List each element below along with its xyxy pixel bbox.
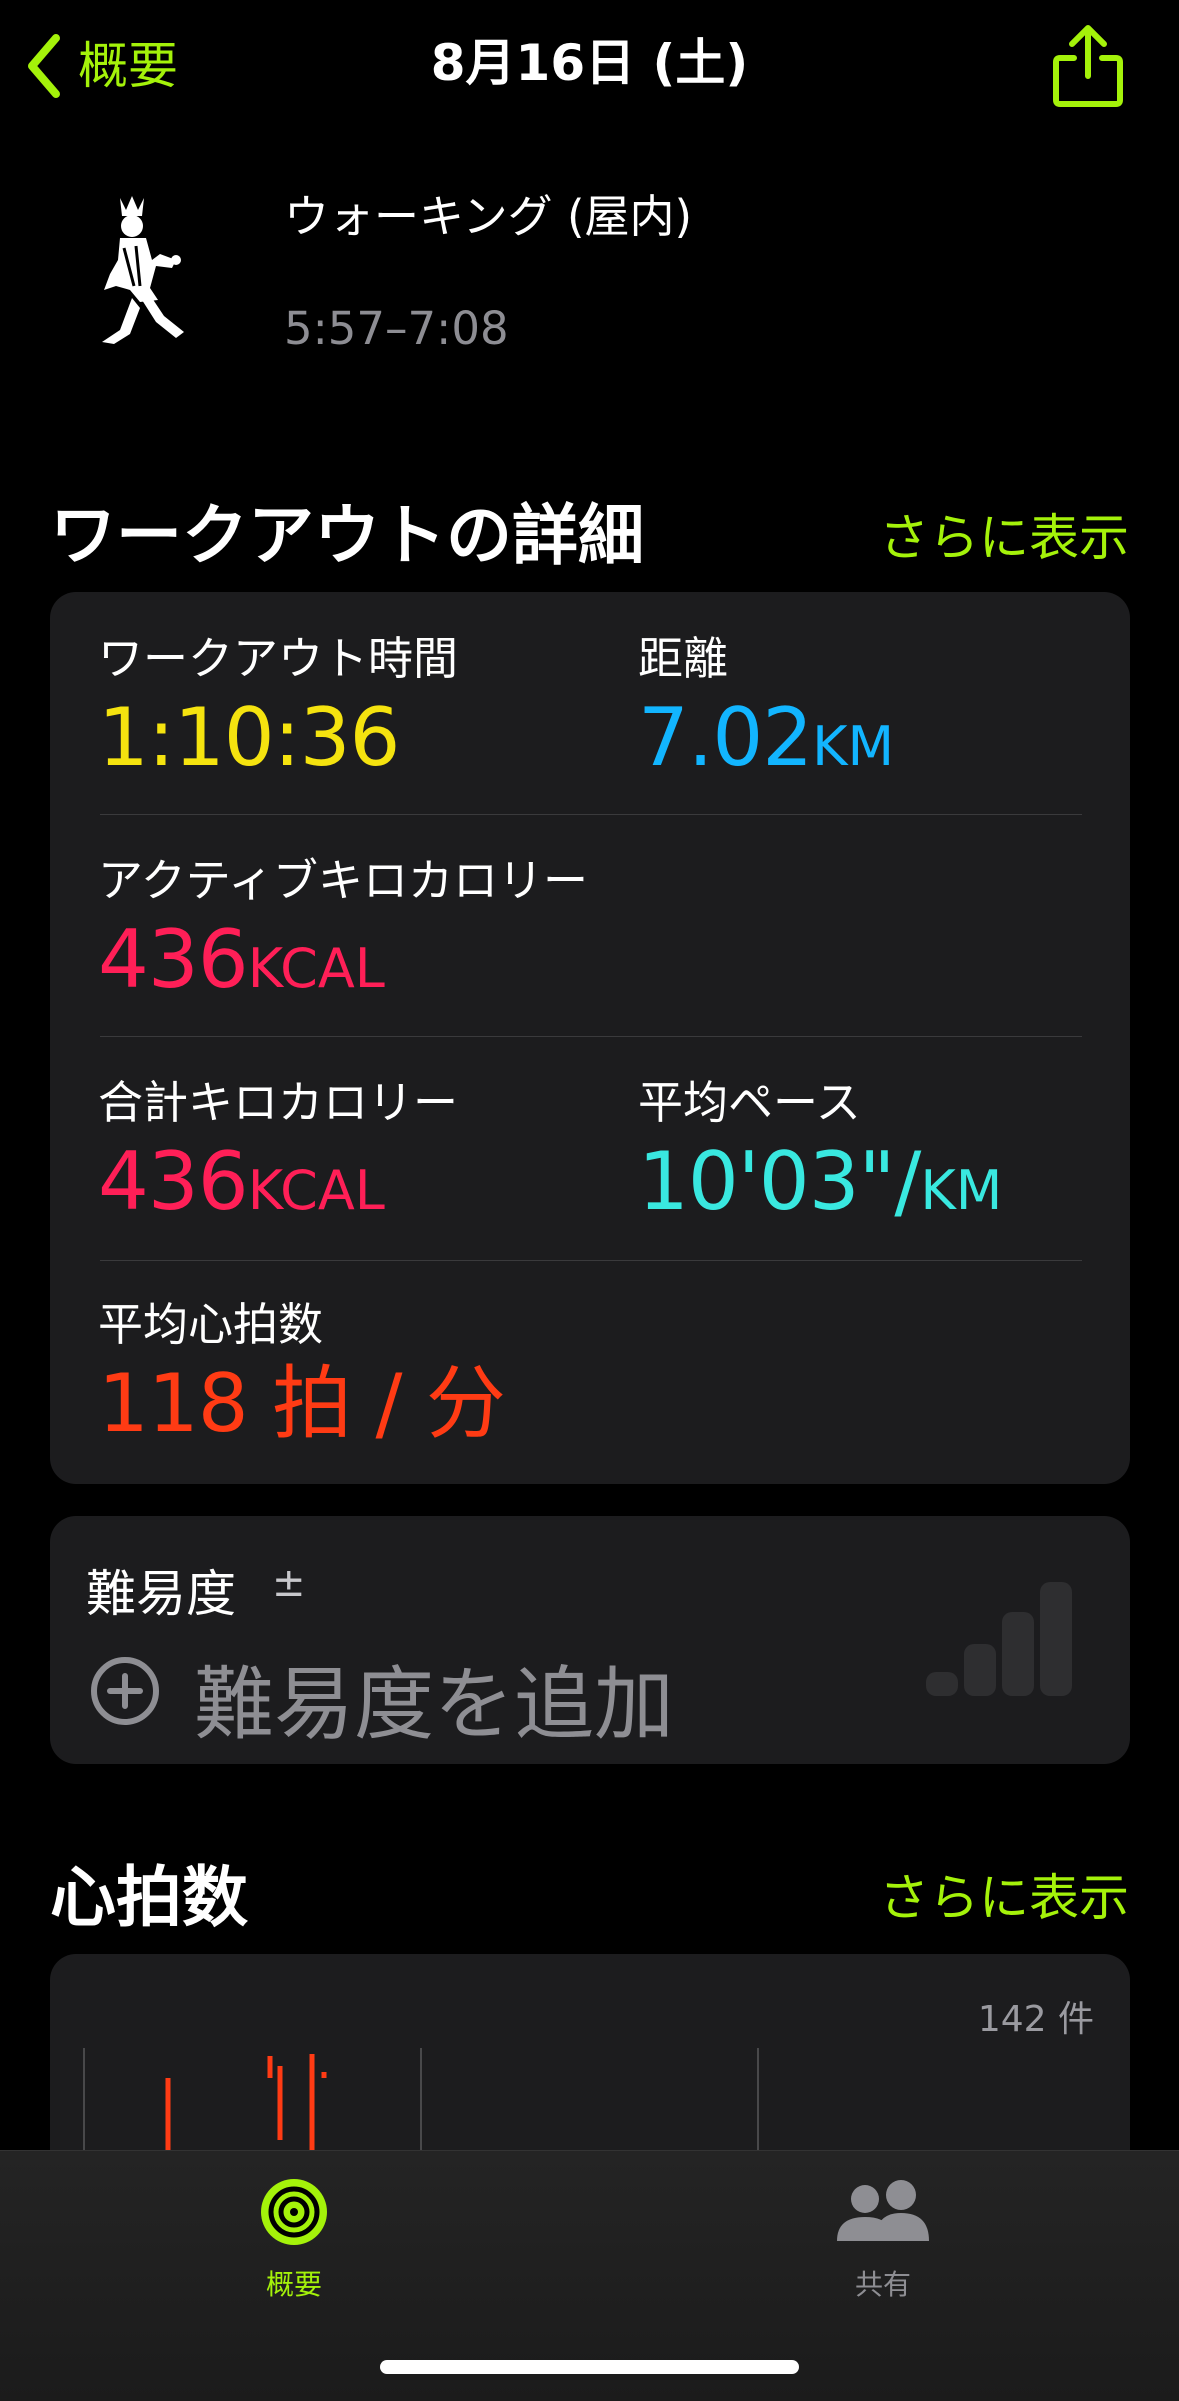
home-indicator[interactable] [380, 2360, 799, 2374]
avg-pace-metric: 10'03"/KM [638, 1142, 1002, 1222]
difficulty-label: 難易度 [86, 1565, 236, 1623]
distance-unit: KM [812, 715, 895, 778]
duration-value: 1:10:36 [98, 691, 400, 784]
walking-figure-icon [80, 190, 200, 354]
active-calories-metric: 436KCAL [98, 920, 385, 1000]
workout-name: ウォーキング (屋内) [284, 190, 693, 243]
section-title-heart-rate: 心拍数 [50, 1859, 248, 1936]
people-icon [837, 2180, 929, 2241]
tab-summary-label: 概要 [265, 2268, 322, 2301]
total-calories-value: 436 [98, 1135, 249, 1228]
tab-sharing[interactable]: 共有 [733, 2175, 1033, 2303]
total-calories-metric: 436KCAL [98, 1142, 385, 1222]
tab-sharing-label: 共有 [854, 2268, 911, 2301]
avg-pace-value: 10'03"/ [638, 1135, 921, 1228]
workout-time-range: 5:57–7:08 [284, 302, 509, 355]
workout-details-card[interactable]: ワークアウト時間 1:10:36 距離 7.02KM アクティブキロカロリー 4… [50, 592, 1130, 1484]
avg-heart-rate-label: 平均心拍数 [98, 1298, 324, 1351]
distance-label: 距離 [638, 632, 729, 685]
distance-value: 7.02 [638, 691, 813, 784]
page-title: 8月16日 (土) [430, 34, 749, 92]
divider [100, 814, 1082, 815]
divider [100, 1260, 1082, 1261]
share-icon [1053, 25, 1123, 107]
total-calories-label: 合計キロカロリー [98, 1076, 459, 1129]
distance-metric: 7.02KM [638, 698, 894, 778]
section-title-details: ワークアウトの詳細 [50, 497, 644, 574]
avg-heart-rate-value: 118 拍 / 分 [98, 1357, 506, 1450]
plus-circle-icon [91, 1657, 159, 1725]
difficulty-card[interactable]: 難易度 ± 難易度を追加 [50, 1516, 1130, 1764]
activity-rings-icon [261, 2179, 327, 2245]
avg-pace-label: 平均ペース [638, 1076, 861, 1129]
avg-pace-unit: KM [920, 1159, 1003, 1222]
details-show-more-link[interactable]: さらに表示 [879, 498, 1129, 570]
duration-label: ワークアウト時間 [98, 632, 459, 685]
active-calories-unit: KCAL [247, 937, 385, 1000]
active-calories-value: 436 [98, 913, 249, 1006]
difficulty-plusminus-icon: ± [272, 1560, 306, 1606]
tab-summary[interactable]: 概要 [144, 2175, 444, 2303]
heart-rate-show-more-link[interactable]: さらに表示 [879, 1858, 1129, 1930]
share-button[interactable] [1052, 24, 1124, 112]
difficulty-bars-icon [926, 1582, 1072, 1696]
add-difficulty-label: 難易度を追加 [194, 1658, 674, 1751]
active-calories-label: アクティブキロカロリー [98, 854, 589, 907]
divider [100, 1036, 1082, 1037]
total-calories-unit: KCAL [247, 1159, 385, 1222]
